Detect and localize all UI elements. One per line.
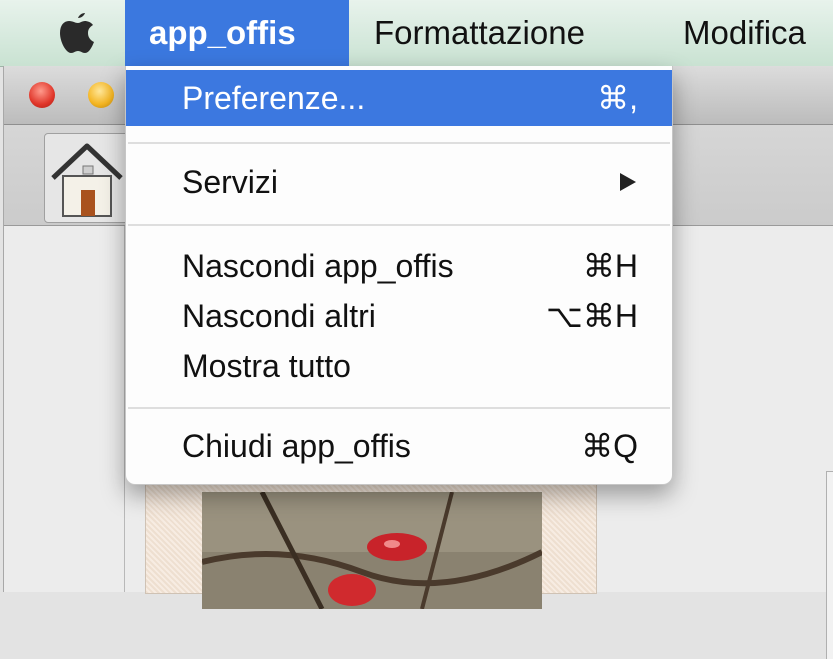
app-menu-dropdown: Preferenze... ⌘, Servizi Nascondi app_of… (125, 66, 673, 485)
close-window-button[interactable] (29, 82, 55, 108)
home-button[interactable] (44, 133, 130, 223)
menu-item-shortcut: ⌥⌘H (546, 298, 638, 334)
menu-separator (128, 142, 670, 144)
menu-item-shortcut: ⌘H (582, 248, 638, 284)
menu-item-nascondi-app[interactable]: Nascondi app_offis ⌘H (126, 238, 672, 294)
apple-logo-icon[interactable] (48, 6, 108, 60)
menu-item-shortcut: ⌘, (597, 80, 638, 116)
photo-thumbnail-frame[interactable] (145, 475, 597, 609)
menu-bar: app_offis Formattazione Modifica (0, 0, 833, 67)
submenu-arrow-icon (620, 173, 636, 191)
minimize-window-button[interactable] (88, 82, 114, 108)
menu-item-preferenze[interactable]: Preferenze... ⌘, (126, 70, 672, 126)
menu-item-label: Nascondi altri (182, 298, 376, 334)
menu-item-mostra-tutto[interactable]: Mostra tutto (126, 338, 672, 394)
menu-separator (128, 407, 670, 409)
menu-formattazione[interactable]: Formattazione (374, 0, 585, 66)
menu-item-label: Servizi (182, 164, 279, 200)
menu-item-nascondi-altri[interactable]: Nascondi altri ⌥⌘H (126, 288, 672, 344)
menu-item-servizi[interactable]: Servizi (126, 154, 672, 210)
menu-item-chiudi[interactable]: Chiudi app_offis ⌘Q (126, 418, 672, 474)
menu-item-label: Preferenze... (182, 80, 366, 116)
rosehip-photo (202, 492, 542, 609)
menu-app-offis[interactable]: app_offis (125, 0, 349, 66)
menu-modifica[interactable]: Modifica (683, 0, 806, 66)
menu-item-label: Chiudi app_offis (182, 428, 411, 464)
side-pane (826, 471, 833, 659)
menu-item-shortcut: ⌘Q (581, 428, 638, 464)
home-icon (51, 143, 123, 217)
menu-item-label: Nascondi app_offis (182, 248, 454, 284)
menu-separator (128, 224, 670, 226)
menu-item-label: Mostra tutto (182, 348, 351, 384)
